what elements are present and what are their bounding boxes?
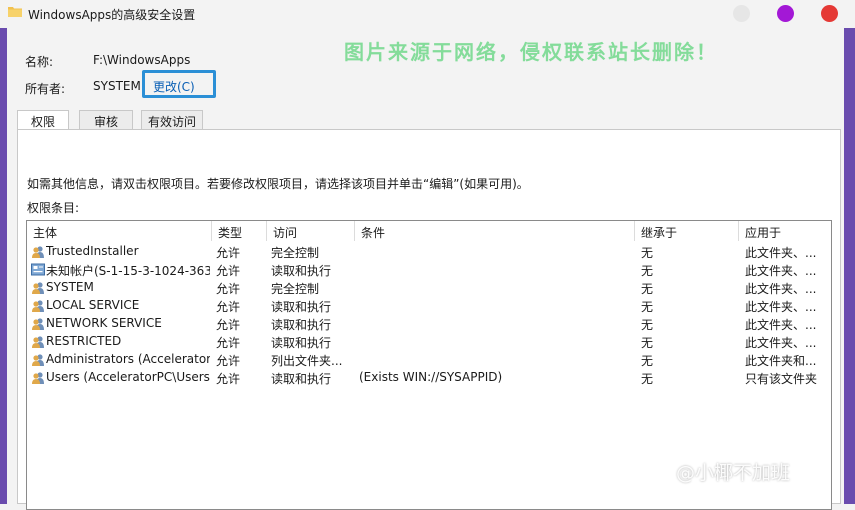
type-cell: 允许 <box>216 336 241 350</box>
close-button[interactable] <box>821 5 838 22</box>
table-row[interactable]: 未知帐户(S-1-15-3-1024-3635... 允许 读取和执行 无 此文… <box>27 261 831 279</box>
applies-to-cell: 只有该文件夹 <box>745 372 818 386</box>
access-cell: 读取和执行 <box>271 336 332 350</box>
name-value: F:\WindowsApps <box>93 53 191 67</box>
watermark-bottom-text: @小椰不加班 <box>676 462 791 484</box>
column-header-inherited-from[interactable]: 继承于 <box>635 221 739 241</box>
user-group-icon <box>32 318 44 330</box>
principal-cell: 未知帐户(S-1-15-3-1024-3635... <box>46 264 210 278</box>
column-header-condition[interactable]: 条件 <box>355 221 635 241</box>
applies-to-cell: 此文件夹、... <box>745 282 817 296</box>
principal-cell: LOCAL SERVICE <box>46 298 140 312</box>
folder-icon <box>8 7 22 17</box>
tab-permissions[interactable]: 权限 <box>17 110 69 131</box>
desktop-background-right <box>844 28 855 504</box>
condition-cell: (Exists WIN://SYSAPPID) <box>359 370 503 384</box>
user-group-icon <box>32 336 44 348</box>
access-cell: 读取和执行 <box>271 372 332 386</box>
access-cell: 完全控制 <box>271 282 320 296</box>
maximize-button[interactable] <box>777 5 794 22</box>
name-label: 名称: <box>25 55 54 69</box>
column-header-access[interactable]: 访问 <box>267 221 355 241</box>
table-row[interactable]: TrustedInstaller 允许 完全控制 无 此文件夹、... <box>27 243 831 261</box>
owner-label: 所有者: <box>25 82 66 96</box>
table-row[interactable]: SYSTEM 允许 完全控制 无 此文件夹、... <box>27 279 831 297</box>
access-cell: 列出文件夹... <box>271 354 343 368</box>
entries-label: 权限条目: <box>27 201 80 215</box>
unknown-account-icon <box>31 263 45 276</box>
inherited-cell: 无 <box>641 318 654 332</box>
user-group-icon <box>32 354 44 366</box>
type-cell: 允许 <box>216 300 241 314</box>
principal-cell: Administrators (AcceleratorPC... <box>46 352 210 366</box>
applies-to-cell: 此文件夹、... <box>745 264 817 278</box>
tab-auditing[interactable]: 审核 <box>79 110 133 130</box>
type-cell: 允许 <box>216 264 241 278</box>
access-cell: 读取和执行 <box>271 318 332 332</box>
applies-to-cell: 此文件夹、... <box>745 300 817 314</box>
permissions-panel: 如需其他信息，请双击权限项目。若要修改权限项目，请选择该项目并单击“编辑”(如果… <box>17 129 841 510</box>
type-cell: 允许 <box>216 246 241 260</box>
inherited-cell: 无 <box>641 264 654 278</box>
table-row[interactable]: LOCAL SERVICE 允许 读取和执行 无 此文件夹、... <box>27 297 831 315</box>
principal-cell: TrustedInstaller <box>46 244 139 258</box>
user-group-icon <box>32 246 44 258</box>
principal-cell: Users (AcceleratorPC\Users) <box>46 370 210 384</box>
tab-effective-access[interactable]: 有效访问 <box>141 110 203 130</box>
type-cell: 允许 <box>216 354 241 368</box>
table-row[interactable]: Administrators (AcceleratorPC... 允许 列出文件… <box>27 351 831 369</box>
table-row[interactable]: RESTRICTED 允许 读取和执行 无 此文件夹、... <box>27 333 831 351</box>
principal-cell: RESTRICTED <box>46 334 122 348</box>
owner-value: SYSTEM <box>93 79 141 93</box>
title-bar: WindowsApps的高级安全设置 <box>0 0 855 28</box>
user-group-icon <box>32 372 44 384</box>
minimize-button[interactable] <box>733 5 750 22</box>
inherited-cell: 无 <box>641 336 654 350</box>
principal-cell: NETWORK SERVICE <box>46 316 162 330</box>
inherited-cell: 无 <box>641 246 654 260</box>
column-header-type[interactable]: 类型 <box>212 221 267 241</box>
inherited-cell: 无 <box>641 300 654 314</box>
info-text: 如需其他信息，请双击权限项目。若要修改权限项目，请选择该项目并单击“编辑”(如果… <box>27 177 529 191</box>
applies-to-cell: 此文件夹和... <box>745 354 817 368</box>
table-row[interactable]: NETWORK SERVICE 允许 读取和执行 无 此文件夹、... <box>27 315 831 333</box>
change-owner-link[interactable]: 更改(C) <box>142 70 216 98</box>
type-cell: 允许 <box>216 372 241 386</box>
desktop-background-left <box>0 28 7 504</box>
type-cell: 允许 <box>216 282 241 296</box>
access-cell: 完全控制 <box>271 246 320 260</box>
access-cell: 读取和执行 <box>271 300 332 314</box>
applies-to-cell: 此文件夹、... <box>745 336 817 350</box>
watermark-top-text: 图片来源于网络，侵权联系站长删除！ <box>344 40 718 64</box>
window-title: WindowsApps的高级安全设置 <box>28 8 196 22</box>
table-row[interactable]: Users (AcceleratorPC\Users) 允许 读取和执行 (Ex… <box>27 369 831 387</box>
user-group-icon <box>32 300 44 312</box>
access-cell: 读取和执行 <box>271 264 332 278</box>
inherited-cell: 无 <box>641 372 654 386</box>
applies-to-cell: 此文件夹、... <box>745 318 817 332</box>
column-header-applies-to[interactable]: 应用于 <box>739 221 831 241</box>
column-header-principal[interactable]: 主体 <box>27 221 212 241</box>
dialog-content: 名称: F:\WindowsApps 所有者: SYSTEM 更改(C) 权限 … <box>7 28 844 510</box>
inherited-cell: 无 <box>641 354 654 368</box>
principal-cell: SYSTEM <box>46 280 94 294</box>
inherited-cell: 无 <box>641 282 654 296</box>
applies-to-cell: 此文件夹、... <box>745 246 817 260</box>
user-group-icon <box>32 282 44 294</box>
type-cell: 允许 <box>216 318 241 332</box>
